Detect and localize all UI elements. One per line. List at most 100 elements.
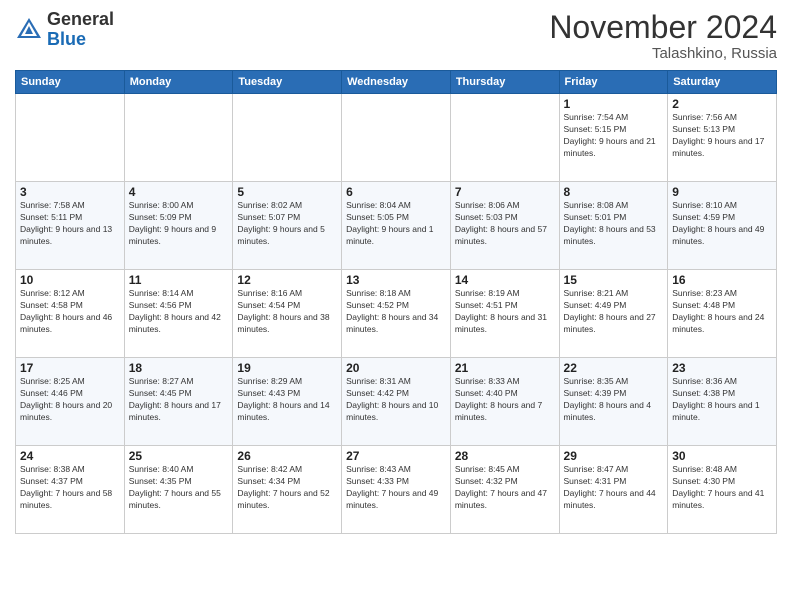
day-number: 22 [564, 361, 664, 375]
calendar-table: Sunday Monday Tuesday Wednesday Thursday… [15, 70, 777, 534]
calendar-cell: 8Sunrise: 8:08 AM Sunset: 5:01 PM Daylig… [559, 182, 668, 270]
day-number: 23 [672, 361, 772, 375]
logo-general-text: General [47, 9, 114, 29]
day-number: 8 [564, 185, 664, 199]
calendar-cell: 24Sunrise: 8:38 AM Sunset: 4:37 PM Dayli… [16, 446, 125, 534]
day-info: Sunrise: 8:48 AM Sunset: 4:30 PM Dayligh… [672, 464, 772, 512]
calendar-cell [16, 94, 125, 182]
calendar-cell: 23Sunrise: 8:36 AM Sunset: 4:38 PM Dayli… [668, 358, 777, 446]
header-row: Sunday Monday Tuesday Wednesday Thursday… [16, 71, 777, 94]
day-number: 3 [20, 185, 120, 199]
day-number: 5 [237, 185, 337, 199]
calendar-cell: 6Sunrise: 8:04 AM Sunset: 5:05 PM Daylig… [342, 182, 451, 270]
col-tuesday: Tuesday [233, 71, 342, 94]
week-row-4: 24Sunrise: 8:38 AM Sunset: 4:37 PM Dayli… [16, 446, 777, 534]
day-info: Sunrise: 7:56 AM Sunset: 5:13 PM Dayligh… [672, 112, 772, 160]
week-row-3: 17Sunrise: 8:25 AM Sunset: 4:46 PM Dayli… [16, 358, 777, 446]
day-number: 1 [564, 97, 664, 111]
day-info: Sunrise: 8:38 AM Sunset: 4:37 PM Dayligh… [20, 464, 120, 512]
week-row-2: 10Sunrise: 8:12 AM Sunset: 4:58 PM Dayli… [16, 270, 777, 358]
day-info: Sunrise: 8:19 AM Sunset: 4:51 PM Dayligh… [455, 288, 555, 336]
day-info: Sunrise: 8:18 AM Sunset: 4:52 PM Dayligh… [346, 288, 446, 336]
calendar-cell: 17Sunrise: 8:25 AM Sunset: 4:46 PM Dayli… [16, 358, 125, 446]
calendar-cell: 28Sunrise: 8:45 AM Sunset: 4:32 PM Dayli… [450, 446, 559, 534]
col-friday: Friday [559, 71, 668, 94]
day-number: 18 [129, 361, 229, 375]
calendar-cell: 1Sunrise: 7:54 AM Sunset: 5:15 PM Daylig… [559, 94, 668, 182]
col-sunday: Sunday [16, 71, 125, 94]
calendar-cell: 5Sunrise: 8:02 AM Sunset: 5:07 PM Daylig… [233, 182, 342, 270]
day-number: 28 [455, 449, 555, 463]
day-number: 30 [672, 449, 772, 463]
day-info: Sunrise: 8:35 AM Sunset: 4:39 PM Dayligh… [564, 376, 664, 424]
calendar-cell: 20Sunrise: 8:31 AM Sunset: 4:42 PM Dayli… [342, 358, 451, 446]
day-info: Sunrise: 8:33 AM Sunset: 4:40 PM Dayligh… [455, 376, 555, 424]
day-number: 10 [20, 273, 120, 287]
day-info: Sunrise: 8:25 AM Sunset: 4:46 PM Dayligh… [20, 376, 120, 424]
day-number: 4 [129, 185, 229, 199]
day-number: 16 [672, 273, 772, 287]
calendar-cell: 4Sunrise: 8:00 AM Sunset: 5:09 PM Daylig… [124, 182, 233, 270]
calendar-body: 1Sunrise: 7:54 AM Sunset: 5:15 PM Daylig… [16, 94, 777, 534]
day-number: 20 [346, 361, 446, 375]
day-number: 9 [672, 185, 772, 199]
day-info: Sunrise: 8:40 AM Sunset: 4:35 PM Dayligh… [129, 464, 229, 512]
calendar-cell: 10Sunrise: 8:12 AM Sunset: 4:58 PM Dayli… [16, 270, 125, 358]
day-info: Sunrise: 8:23 AM Sunset: 4:48 PM Dayligh… [672, 288, 772, 336]
calendar-cell: 18Sunrise: 8:27 AM Sunset: 4:45 PM Dayli… [124, 358, 233, 446]
logo: General Blue [15, 10, 114, 50]
day-info: Sunrise: 8:47 AM Sunset: 4:31 PM Dayligh… [564, 464, 664, 512]
day-info: Sunrise: 8:36 AM Sunset: 4:38 PM Dayligh… [672, 376, 772, 424]
day-info: Sunrise: 8:42 AM Sunset: 4:34 PM Dayligh… [237, 464, 337, 512]
header: General Blue November 2024 Talashkino, R… [15, 10, 777, 62]
day-info: Sunrise: 7:58 AM Sunset: 5:11 PM Dayligh… [20, 200, 120, 248]
logo-text: General Blue [47, 10, 114, 50]
day-info: Sunrise: 8:29 AM Sunset: 4:43 PM Dayligh… [237, 376, 337, 424]
day-info: Sunrise: 8:04 AM Sunset: 5:05 PM Dayligh… [346, 200, 446, 248]
day-number: 24 [20, 449, 120, 463]
day-info: Sunrise: 8:27 AM Sunset: 4:45 PM Dayligh… [129, 376, 229, 424]
day-number: 6 [346, 185, 446, 199]
calendar-cell: 11Sunrise: 8:14 AM Sunset: 4:56 PM Dayli… [124, 270, 233, 358]
col-saturday: Saturday [668, 71, 777, 94]
day-info: Sunrise: 8:02 AM Sunset: 5:07 PM Dayligh… [237, 200, 337, 248]
day-number: 7 [455, 185, 555, 199]
logo-blue-text: Blue [47, 29, 86, 49]
day-number: 25 [129, 449, 229, 463]
calendar-cell: 9Sunrise: 8:10 AM Sunset: 4:59 PM Daylig… [668, 182, 777, 270]
page-container: General Blue November 2024 Talashkino, R… [0, 0, 792, 612]
calendar-cell: 14Sunrise: 8:19 AM Sunset: 4:51 PM Dayli… [450, 270, 559, 358]
calendar-cell: 12Sunrise: 8:16 AM Sunset: 4:54 PM Dayli… [233, 270, 342, 358]
day-number: 29 [564, 449, 664, 463]
calendar-cell: 29Sunrise: 8:47 AM Sunset: 4:31 PM Dayli… [559, 446, 668, 534]
calendar-cell: 27Sunrise: 8:43 AM Sunset: 4:33 PM Dayli… [342, 446, 451, 534]
calendar-cell: 15Sunrise: 8:21 AM Sunset: 4:49 PM Dayli… [559, 270, 668, 358]
day-number: 27 [346, 449, 446, 463]
day-info: Sunrise: 8:08 AM Sunset: 5:01 PM Dayligh… [564, 200, 664, 248]
calendar-cell: 30Sunrise: 8:48 AM Sunset: 4:30 PM Dayli… [668, 446, 777, 534]
calendar-cell: 22Sunrise: 8:35 AM Sunset: 4:39 PM Dayli… [559, 358, 668, 446]
day-info: Sunrise: 8:31 AM Sunset: 4:42 PM Dayligh… [346, 376, 446, 424]
calendar-cell: 3Sunrise: 7:58 AM Sunset: 5:11 PM Daylig… [16, 182, 125, 270]
day-number: 19 [237, 361, 337, 375]
day-info: Sunrise: 8:12 AM Sunset: 4:58 PM Dayligh… [20, 288, 120, 336]
day-number: 13 [346, 273, 446, 287]
calendar-cell: 13Sunrise: 8:18 AM Sunset: 4:52 PM Dayli… [342, 270, 451, 358]
calendar-cell [342, 94, 451, 182]
day-number: 2 [672, 97, 772, 111]
title-block: November 2024 Talashkino, Russia [549, 10, 777, 62]
calendar-cell: 7Sunrise: 8:06 AM Sunset: 5:03 PM Daylig… [450, 182, 559, 270]
month-title: November 2024 [549, 10, 777, 45]
day-number: 12 [237, 273, 337, 287]
calendar-cell: 19Sunrise: 8:29 AM Sunset: 4:43 PM Dayli… [233, 358, 342, 446]
calendar-cell: 16Sunrise: 8:23 AM Sunset: 4:48 PM Dayli… [668, 270, 777, 358]
day-info: Sunrise: 8:06 AM Sunset: 5:03 PM Dayligh… [455, 200, 555, 248]
day-info: Sunrise: 8:45 AM Sunset: 4:32 PM Dayligh… [455, 464, 555, 512]
day-info: Sunrise: 8:21 AM Sunset: 4:49 PM Dayligh… [564, 288, 664, 336]
day-info: Sunrise: 8:43 AM Sunset: 4:33 PM Dayligh… [346, 464, 446, 512]
day-info: Sunrise: 8:10 AM Sunset: 4:59 PM Dayligh… [672, 200, 772, 248]
calendar-cell: 25Sunrise: 8:40 AM Sunset: 4:35 PM Dayli… [124, 446, 233, 534]
day-info: Sunrise: 8:00 AM Sunset: 5:09 PM Dayligh… [129, 200, 229, 248]
col-monday: Monday [124, 71, 233, 94]
calendar-cell: 26Sunrise: 8:42 AM Sunset: 4:34 PM Dayli… [233, 446, 342, 534]
